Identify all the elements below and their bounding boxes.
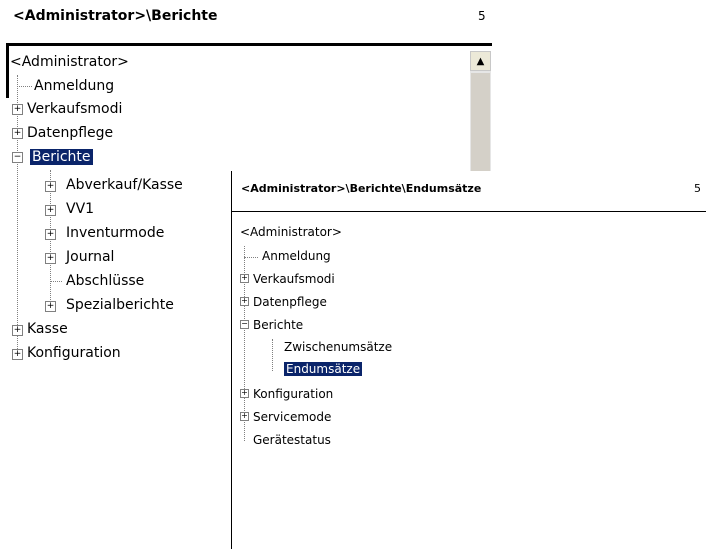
tree-line: [272, 339, 273, 371]
tree-item-geraetestatus[interactable]: Gerätestatus: [253, 430, 331, 450]
tree-item-label: Abverkauf/Kasse: [66, 177, 183, 193]
tree-item-label: Journal: [66, 249, 115, 265]
tree-item-konfiguration[interactable]: Konfiguration: [253, 384, 333, 404]
tree-item-spezialberichte[interactable]: Spezialberichte: [66, 294, 174, 316]
tree-item-abverkauf-kasse[interactable]: Abverkauf/Kasse: [66, 174, 183, 196]
tree-item-label: Abschlüsse: [66, 273, 145, 289]
tree-item-konfiguration[interactable]: Konfiguration: [27, 342, 121, 364]
tree-item-label: Zwischenumsätze: [284, 340, 393, 354]
tree-item-label: Verkaufsmodi: [27, 101, 123, 117]
expand-icon[interactable]: +: [12, 325, 23, 336]
tree-item-berichte[interactable]: Berichte: [253, 315, 303, 335]
collapse-icon[interactable]: −: [240, 320, 249, 329]
tree-item-datenpflege[interactable]: Datenpflege: [27, 122, 113, 144]
page-title: <Administrator>\Berichte\Endumsätze: [241, 182, 482, 195]
expand-icon[interactable]: +: [12, 349, 23, 360]
page-title: <Administrator>\Berichte: [13, 8, 218, 24]
tree-line: [17, 75, 18, 353]
tree-item-kasse[interactable]: Kasse: [27, 318, 68, 340]
expand-icon[interactable]: +: [12, 128, 23, 139]
expand-icon[interactable]: +: [45, 301, 56, 312]
tree-item-administrator[interactable]: <Administrator>: [240, 222, 342, 242]
collapse-icon[interactable]: −: [12, 152, 23, 163]
panel-border: [231, 171, 232, 549]
expand-icon[interactable]: +: [45, 229, 56, 240]
tree-item-label: VV1: [66, 201, 95, 217]
tree-item-administrator[interactable]: <Administrator>: [10, 51, 129, 73]
tree-item-zwischenumsaetze[interactable]: Zwischenumsätze: [284, 337, 392, 357]
scroll-up-arrow-icon[interactable]: ▲: [470, 51, 491, 71]
header-divider-left: [6, 43, 9, 98]
tree-item-label: Konfiguration: [253, 387, 334, 401]
expand-icon[interactable]: +: [240, 274, 249, 283]
tree-item-label: Anmeldung: [262, 249, 331, 263]
tree-item-label: Endumsätze: [284, 362, 363, 376]
tree-item-label: Anmeldung: [34, 78, 115, 94]
expand-icon[interactable]: +: [12, 104, 23, 115]
tree-item-label: Datenpflege: [253, 295, 327, 309]
panel-endumsaetze: <Administrator>\Berichte\Endumsätze 5 <A…: [231, 171, 706, 549]
tree-item-label: Datenpflege: [27, 125, 114, 141]
tree-item-endumsaetze[interactable]: Endumsätze: [284, 359, 363, 379]
tree-item-label: Gerätestatus: [253, 433, 331, 447]
tree-item-anmeldung[interactable]: Anmeldung: [262, 246, 331, 266]
tree-item-label: Servicemode: [253, 410, 332, 424]
tree-item-abschluesse[interactable]: Abschlüsse: [66, 270, 144, 292]
tree-item-vv1[interactable]: VV1: [66, 198, 94, 220]
panel-header: <Administrator>\Berichte\Endumsätze 5: [231, 171, 706, 212]
tree-item-verkaufsmodi[interactable]: Verkaufsmodi: [253, 269, 335, 289]
header-divider: [6, 43, 492, 46]
tree-line: [244, 257, 258, 258]
tree-item-label: Konfiguration: [27, 345, 121, 361]
tree-item-journal[interactable]: Journal: [66, 246, 114, 268]
scroll-thumb[interactable]: [471, 73, 490, 176]
expand-icon[interactable]: +: [45, 181, 56, 192]
tree-item-label: <Administrator>: [240, 225, 342, 239]
tree-item-datenpflege[interactable]: Datenpflege: [253, 292, 327, 312]
expand-icon[interactable]: +: [45, 253, 56, 264]
tree-item-label: Inventurmode: [66, 225, 165, 241]
tree-item-berichte[interactable]: Berichte: [30, 146, 93, 168]
page-number: 5: [694, 182, 701, 195]
vertical-scrollbar[interactable]: ▲: [470, 51, 491, 176]
tree-item-label: Berichte: [30, 149, 93, 165]
tree-item-label: Kasse: [27, 321, 68, 337]
tree-item-servicemode[interactable]: Servicemode: [253, 407, 331, 427]
tree-item-verkaufsmodi[interactable]: Verkaufsmodi: [27, 98, 122, 120]
page-number: 5: [478, 9, 486, 23]
tree-item-label: <Administrator>: [10, 54, 129, 70]
expand-icon[interactable]: +: [45, 205, 56, 216]
expand-icon[interactable]: +: [240, 389, 249, 398]
expand-icon[interactable]: +: [240, 297, 249, 306]
tree-item-inventurmode[interactable]: Inventurmode: [66, 222, 164, 244]
tree-item-label: Berichte: [253, 318, 304, 332]
tree-item-label: Spezialberichte: [66, 297, 174, 313]
tree-line: [17, 86, 32, 87]
tree-item-label: Verkaufsmodi: [253, 272, 335, 286]
tree-line: [50, 281, 62, 282]
expand-icon[interactable]: +: [240, 412, 249, 421]
tree-item-anmeldung[interactable]: Anmeldung: [34, 75, 114, 97]
